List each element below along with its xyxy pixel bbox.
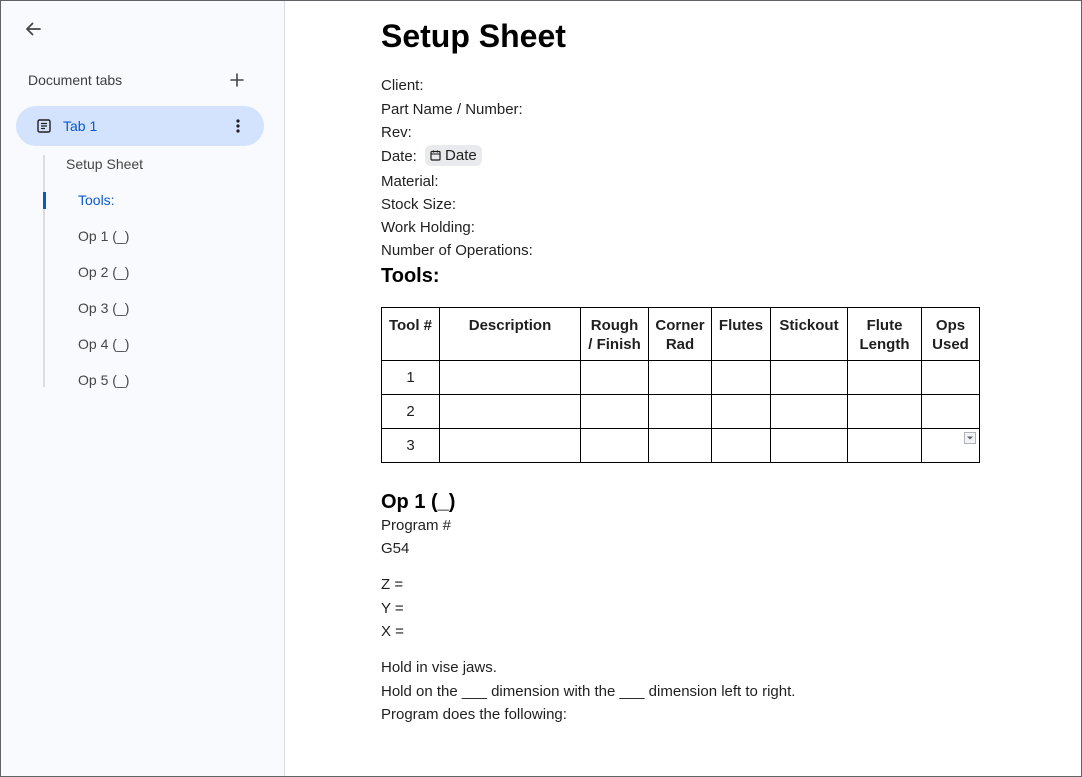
document-icon [37,119,51,133]
outline-rail [43,155,45,387]
table-cell[interactable] [847,394,922,429]
table-cell[interactable] [847,360,922,395]
outline-item-op-1[interactable]: Op 1 (_) [78,228,129,244]
tools-table: Tool # Description Rough / Finish Corner R… [381,307,980,463]
hold-dimension-text: Hold on the ___ dimension with the ___ d… [381,683,796,700]
client-field: Client: [381,77,424,94]
rev-field: Rev: [381,124,412,141]
tab-1-label: Tab 1 [63,118,98,134]
table-cell[interactable] [580,360,649,395]
chevron-down-icon [967,436,973,440]
table-cell[interactable] [648,428,712,463]
hold-in-vise-text: Hold in vise jaws. [381,659,497,676]
table-cell[interactable] [439,360,581,395]
table-cell[interactable] [921,360,980,395]
more-vert-icon [236,119,240,133]
add-tab-button[interactable] [227,70,247,90]
table-cell[interactable] [770,360,848,395]
table-cell[interactable] [711,428,771,463]
table-cell[interactable] [711,360,771,395]
table-cell[interactable] [439,394,581,429]
table-cell[interactable]: 3 [381,428,440,463]
ops-used-cell[interactable] [921,428,980,463]
col-header-flutes: Flutes [711,307,771,361]
material-field: Material: [381,173,439,190]
document-title: Setup Sheet [381,18,566,54]
y-offset-field: Y = [381,600,404,617]
outline-item-tools[interactable]: Tools: [78,192,115,208]
table-cell[interactable] [921,394,980,429]
x-offset-field: X = [381,623,404,640]
col-header-rough-finish: Rough / Finish [580,307,649,361]
outline-active-marker [43,192,46,209]
table-header-row: Tool # Description Rough / Finish Corner R… [381,307,980,361]
table-cell[interactable]: 1 [381,360,440,395]
col-header-flute-length: Flute Length [847,307,922,361]
arrow-left-icon [26,22,41,36]
outline-item-op-5[interactable]: Op 5 (_) [78,372,129,388]
outline-item-op-4[interactable]: Op 4 (_) [78,336,129,352]
back-button[interactable] [19,15,47,43]
document-tabs-sidebar: Document tabs Tab 1 Setup Sheet Tools: O… [1,1,285,776]
table-cell[interactable] [648,394,712,429]
stock-size-field: Stock Size: [381,196,457,213]
op-1-heading: Op 1 (_) [381,491,456,513]
col-header-corner-rad: Corner Rad [648,307,712,361]
table-cell[interactable] [847,428,922,463]
work-offset-field: G54 [381,540,410,557]
table-row: 3 [381,428,980,463]
table-row: 1 [381,360,980,395]
date-label: Date: [381,148,417,165]
col-header-description: Description [439,307,581,361]
col-header-stickout: Stickout [770,307,848,361]
date-chip[interactable]: Date [425,145,482,166]
tab-options-button[interactable] [228,116,248,136]
program-number-field: Program # [381,517,452,534]
number-of-operations-field: Number of Operations: [381,242,533,259]
z-offset-field: Z = [381,576,404,593]
date-field: Date: Date [381,145,482,166]
tab-1[interactable]: Tab 1 [16,106,264,146]
table-cell[interactable] [770,394,848,429]
outline-item-setup-sheet[interactable]: Setup Sheet [66,156,143,172]
outline-item-op-3[interactable]: Op 3 (_) [78,300,129,316]
table-cell[interactable] [648,360,712,395]
table-cell[interactable] [580,394,649,429]
plus-icon [230,73,244,87]
table-cell[interactable] [580,428,649,463]
part-field: Part Name / Number: [381,101,523,118]
work-holding-field: Work Holding: [381,219,475,236]
col-header-ops-used: Ops Used [921,307,980,361]
table-row: 2 [381,394,980,429]
document-tabs-heading: Document tabs [28,72,123,88]
date-chip-label: Date [445,147,477,164]
dropdown-button[interactable] [964,432,976,444]
col-header-tool-number: Tool # [381,307,440,361]
outline-item-op-2[interactable]: Op 2 (_) [78,264,129,280]
calendar-icon [430,150,441,161]
table-cell[interactable] [439,428,581,463]
tools-heading: Tools: [381,265,440,287]
table-cell[interactable] [770,428,848,463]
program-does-text: Program does the following: [381,706,567,723]
table-cell[interactable]: 2 [381,394,440,429]
app-window: Document tabs Tab 1 Setup Sheet Tools: O… [0,0,1082,777]
table-cell[interactable] [711,394,771,429]
